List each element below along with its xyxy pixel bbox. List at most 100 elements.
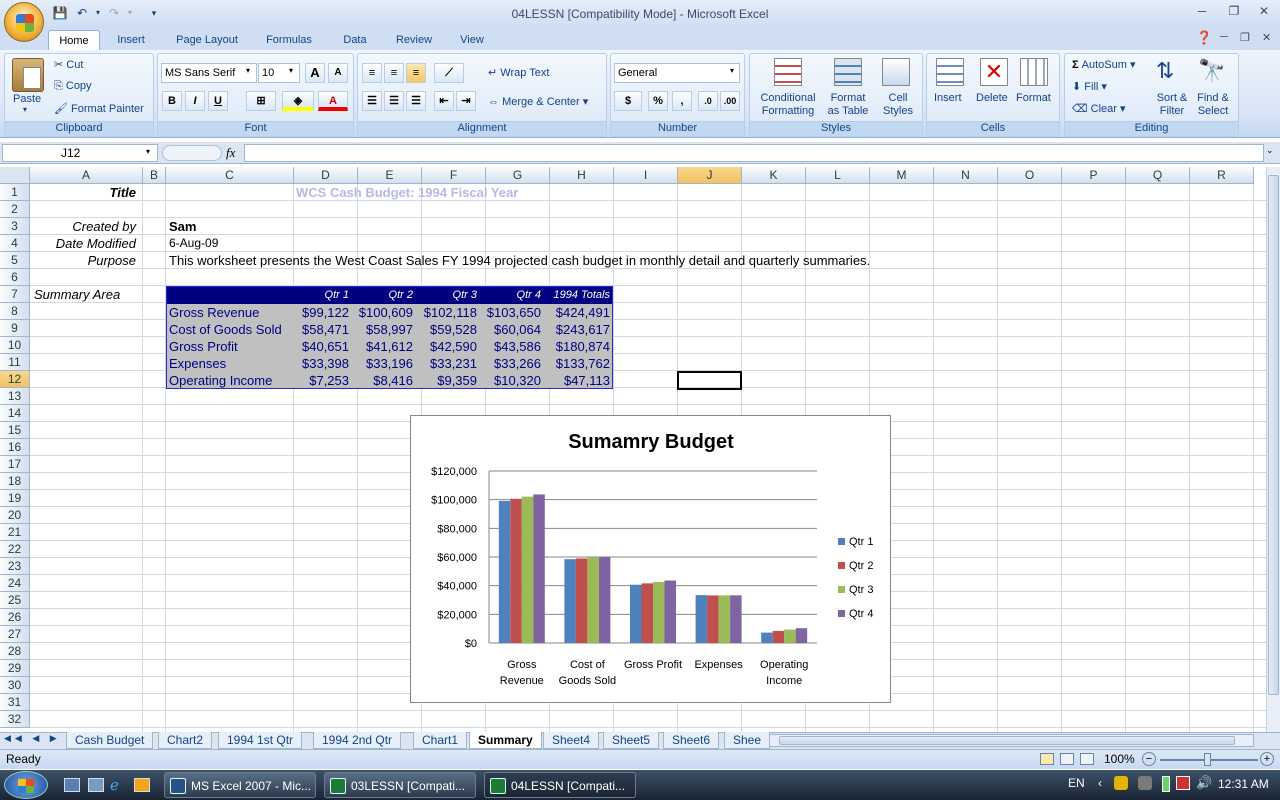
format-as-table-button[interactable]: Format as Table	[822, 92, 874, 118]
network-icon[interactable]	[1176, 776, 1190, 790]
delete-button[interactable]: Delete	[976, 92, 1008, 104]
summary-value[interactable]: $7,253	[287, 372, 349, 389]
wb-minimize-icon[interactable]: ─	[1220, 31, 1228, 43]
row-header-29[interactable]: 29	[0, 660, 30, 677]
summary-value[interactable]: $9,359	[415, 372, 477, 389]
format-button[interactable]: Format	[1016, 92, 1051, 104]
vertical-scrollbar[interactable]	[1266, 167, 1280, 732]
increase-indent-icon[interactable]: ⇥	[456, 91, 476, 111]
row-header-8[interactable]: 8	[0, 303, 30, 320]
summary-col-header[interactable]: 1994 Totals	[550, 287, 610, 304]
tab-formulas[interactable]: Formulas	[256, 30, 322, 50]
column-header-b[interactable]: B	[143, 167, 166, 184]
tab-home[interactable]: Home	[48, 30, 100, 50]
italic-button[interactable]: I	[185, 91, 205, 111]
summary-row-label[interactable]: Gross Profit	[169, 338, 238, 355]
format-painter-button[interactable]: 🖌 Format Painter	[54, 102, 144, 115]
row-header-10[interactable]: 10	[0, 337, 30, 354]
autosum-button[interactable]: Σ AutoSum ▾	[1072, 58, 1136, 71]
column-header-o[interactable]: O	[998, 167, 1062, 184]
summary-row-label[interactable]: Cost of Goods Sold	[169, 321, 282, 338]
zoom-level[interactable]: 100%	[1104, 750, 1135, 769]
column-header-k[interactable]: K	[742, 167, 806, 184]
number-format-select[interactable]: General	[614, 63, 740, 83]
taskbar-item-03lessn[interactable]: 03LESSN [Compati...	[324, 772, 476, 798]
page-break-view-icon[interactable]	[1080, 753, 1094, 765]
show-desktop-icon[interactable]	[64, 778, 80, 792]
formula-expand-icon[interactable]	[162, 145, 222, 161]
sheet-tab-chart1[interactable]: Chart1	[413, 732, 468, 749]
summary-value[interactable]: $180,874	[548, 338, 610, 355]
taskbar-item-excel-2007[interactable]: MS Excel 2007 - Mic...	[164, 772, 316, 798]
row-header-26[interactable]: 26	[0, 609, 30, 626]
cell-d1[interactable]: WCS Cash Budget: 1994 Fiscal Year	[296, 184, 556, 201]
font-color-button[interactable]: A	[318, 91, 348, 111]
row-header-11[interactable]: 11	[0, 354, 30, 371]
tab-insert[interactable]: Insert	[106, 30, 156, 50]
summary-value[interactable]: $59,528	[415, 321, 477, 338]
column-header-d[interactable]: D	[294, 167, 358, 184]
security-tray-icon[interactable]	[1114, 776, 1128, 790]
row-header-19[interactable]: 19	[0, 490, 30, 507]
row-header-2[interactable]: 2	[0, 201, 30, 218]
merge-center-button[interactable]: ⇔ Merge & Center ▾	[488, 95, 588, 108]
paste-icon[interactable]	[12, 58, 44, 92]
tray-expand-icon[interactable]: ‹	[1098, 776, 1102, 790]
summary-row-label[interactable]: Gross Revenue	[169, 304, 259, 321]
find-select-button[interactable]: Find & Select	[1192, 92, 1234, 118]
sheet-tab-1994-1st-qtr[interactable]: 1994 1st Qtr	[218, 732, 303, 749]
cell-a7[interactable]: Summary Area	[32, 286, 136, 303]
clock[interactable]: 12:31 AM	[1218, 777, 1269, 791]
summary-table[interactable]: Qtr 1 Qtr 2 Qtr 3 Qtr 4 1994 Totals Gross Re…	[166, 286, 613, 389]
cut-button[interactable]: ✂ Cut	[54, 58, 83, 71]
row-header-4[interactable]: 4	[0, 235, 30, 252]
summary-value[interactable]: $100,609	[351, 304, 413, 321]
active-cell-j12[interactable]	[677, 371, 742, 390]
paste-button[interactable]: Paste	[13, 93, 41, 105]
column-header-f[interactable]: F	[422, 167, 486, 184]
align-middle-icon[interactable]: ≡	[384, 63, 404, 83]
sheet-tab-sheet6[interactable]: Sheet6	[663, 732, 720, 749]
close-icon[interactable]: ✕	[1252, 4, 1276, 20]
sheet-tab-summary[interactable]: Summary	[469, 732, 542, 749]
summary-value[interactable]: $40,651	[287, 338, 349, 355]
currency-button[interactable]: $	[614, 91, 642, 111]
clear-button[interactable]: ⌫ Clear ▾	[1072, 102, 1126, 115]
column-header-a[interactable]: A	[30, 167, 143, 184]
summary-value[interactable]: $99,122	[287, 304, 349, 321]
summary-col-header[interactable]: Qtr 2	[353, 287, 413, 304]
summary-value[interactable]: $8,416	[351, 372, 413, 389]
row-header-15[interactable]: 15	[0, 422, 30, 439]
summary-value[interactable]: $58,471	[287, 321, 349, 338]
restore-icon[interactable]: ❐	[1222, 4, 1246, 20]
column-header-c[interactable]: C	[166, 167, 294, 184]
row-header-23[interactable]: 23	[0, 558, 30, 575]
cell-styles-button[interactable]: Cell Styles	[876, 92, 920, 118]
media-player-icon[interactable]	[134, 778, 150, 792]
align-right-icon[interactable]: ☰	[406, 91, 426, 111]
font-family-select[interactable]: MS Sans Serif	[161, 63, 257, 83]
sort-filter-button[interactable]: Sort & Filter	[1152, 92, 1192, 118]
row-header-6[interactable]: 6	[0, 269, 30, 286]
summary-col-header[interactable]: Qtr 4	[481, 287, 541, 304]
column-header-p[interactable]: P	[1062, 167, 1126, 184]
summary-value[interactable]: $133,762	[548, 355, 610, 372]
row-header-3[interactable]: 3	[0, 218, 30, 235]
switch-windows-icon[interactable]	[88, 778, 104, 792]
bold-button[interactable]: B	[162, 91, 182, 111]
wrap-text-button[interactable]: ↵ Wrap Text	[488, 66, 549, 79]
insert-button[interactable]: Insert	[934, 92, 962, 104]
normal-view-icon[interactable]	[1040, 753, 1054, 765]
wb-restore-icon[interactable]: ❐	[1240, 31, 1250, 44]
summary-value[interactable]: $102,118	[415, 304, 477, 321]
comma-button[interactable]: ,	[672, 91, 692, 111]
summary-row-label[interactable]: Operating Income	[169, 372, 272, 389]
minimize-icon[interactable]: ─	[1190, 4, 1214, 20]
name-box-dropdown-icon[interactable]: ▾	[146, 147, 150, 156]
grow-font-button[interactable]: A	[305, 63, 325, 83]
row-header-13[interactable]: 13	[0, 388, 30, 405]
language-indicator[interactable]: EN	[1068, 776, 1085, 790]
summary-value[interactable]: $58,997	[351, 321, 413, 338]
decrease-indent-icon[interactable]: ⇤	[434, 91, 454, 111]
column-header-h[interactable]: H	[550, 167, 614, 184]
